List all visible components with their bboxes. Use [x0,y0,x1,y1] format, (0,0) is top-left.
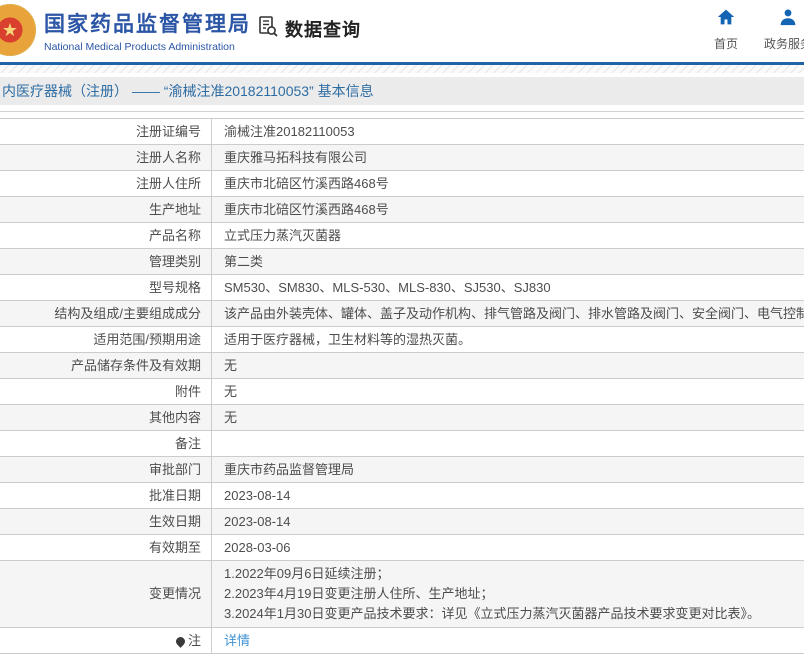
row-label: 注册证编号 [0,119,212,144]
info-table: 注册证编号 渝械注准20182110053 注册人名称 重庆雅马拓科技有限公司 注册人住… [0,118,804,654]
org-identity: 国家药品监督管理局 National Medical Products Admi… [44,8,251,53]
row-label: 管理类别 [0,249,212,274]
row-value: 立式压力蒸汽灭菌器 [224,228,342,243]
row-value: SM530、SM830、MLS-530、MLS-830、SJ530、SJ830 [224,280,551,295]
change-record-line: 3.2024年1月30日变更产品技术要求：详见《立式压力蒸汽灭菌器产品技术要求变… [224,606,760,621]
row-label: 变更情况 [0,561,212,627]
table-row: 附件无 [0,379,804,405]
table-row: 批准日期 2023-08-14 [0,483,804,509]
row-label: 注 [0,628,212,653]
table-row: 备注 [0,431,804,457]
hatch-band [0,65,804,73]
person-icon [778,9,798,30]
table-row: 结构及组成/主要组成成分 该产品由外装壳体、罐体、盖子及动作机构、排气管路及阀门、… [0,301,804,327]
row-value: 重庆市药品监督管理局 [224,462,355,477]
table-row: 生效日期 2023-08-14 [0,509,804,535]
row-label: 附件 [0,379,212,404]
row-label: 其他内容 [0,405,212,430]
page: ★ 国家药品监督管理局 National Medical Products Ad… [0,0,804,654]
change-record-line: 1.2022年09月6日延续注册； [224,566,390,581]
table-row: 注册人名称 重庆雅马拓科技有限公司 [0,145,804,171]
row-label: 适用范围/预期用途 [0,327,212,352]
row-label: 审批部门 [0,457,212,482]
row-value [212,431,804,456]
row-value: 2023-08-14 [224,514,291,529]
table-row: 审批部门 重庆市药品监督管理局 [0,457,804,483]
table-row: 生产地址 重庆市北碚区竹溪西路468号 [0,197,804,223]
row-label: 产品储存条件及有效期 [0,353,212,378]
row-value: 无 [224,358,238,373]
change-record-line: 2.2023年4月19日变更注册人住所、生产地址； [224,586,494,601]
org-name-en: National Medical Products Administration [44,41,235,53]
row-value: 无 [224,384,238,399]
row-label: 注册人住所 [0,171,212,196]
row-label: 产品名称 [0,223,212,248]
detail-link[interactable]: 详情 [224,633,250,648]
table-row: 其他内容无 [0,405,804,431]
row-label: 批准日期 [0,483,212,508]
note-pin-icon [174,635,187,648]
row-value: 无 [224,410,238,425]
table-row: 变更情况 1.2022年09月6日延续注册； 2.2023年4月19日变更注册人住所… [0,561,804,628]
table-row: 管理类别 第二类 [0,249,804,275]
table-row: 型号规格 SM530、SM830、MLS-530、MLS-830、SJ530、SJ… [0,275,804,301]
national-emblem-logo: ★ [0,4,36,56]
row-value: 2023-08-14 [224,488,291,503]
row-value: 渝械注准20182110053 [224,124,355,139]
table-row: 注册人住所 重庆市北碚区竹溪西路468号 [0,171,804,197]
table-row: 产品名称 立式压力蒸汽灭菌器 [0,223,804,249]
row-value: 重庆市北碚区竹溪西路468号 [224,202,389,217]
site-header: ★ 国家药品监督管理局 National Medical Products Ad… [0,0,804,62]
data-query-section: 数据查询 [256,14,361,43]
table-row: 有效期至 2028-03-06 [0,535,804,561]
title-divider [0,111,804,112]
nav-home-label: 首页 [713,37,738,51]
nav-home[interactable]: 首页 [694,8,758,52]
table-row: 适用范围/预期用途 适用于医疗器械，卫生材料等的湿热灭菌。 [0,327,804,353]
row-value: 该产品由外装壳体、罐体、盖子及动作机构、排气管路及阀门、排水管路及阀门、安全阀门… [224,306,804,321]
nav-gov-label: 政务服务 [763,37,804,51]
row-label: 型号规格 [0,275,212,300]
row-label: 生产地址 [0,197,212,222]
row-value: 重庆雅马拓科技有限公司 [224,150,368,165]
row-value: 第二类 [224,254,264,269]
row-label: 结构及组成/主要组成成分 [0,301,212,326]
row-label: 生效日期 [0,509,212,534]
document-search-icon [256,14,280,43]
row-label: 有效期至 [0,535,212,560]
row-value: 适用于医疗器械，卫生材料等的湿热灭菌。 [224,332,472,347]
org-name-zh: 国家药品监督管理局 [44,13,251,36]
row-value: 2028-03-06 [224,540,291,555]
page-title: 内医疗器械（注册） —— “渝械注准20182110053” 基本信息 [0,77,804,105]
home-icon [716,9,736,30]
row-label: 备注 [0,431,212,456]
row-value: 详情 [212,628,804,653]
row-value: 重庆市北碚区竹溪西路468号 [224,176,389,191]
table-row: 产品储存条件及有效期无 [0,353,804,379]
row-label: 注册人名称 [0,145,212,170]
table-row: 注详情 [0,628,804,654]
table-row: 注册证编号 渝械注准20182110053 [0,119,804,145]
data-query-title: 数据查询 [285,19,361,40]
nav-gov-services[interactable]: 政务服务 [756,8,804,52]
row-value: 1.2022年09月6日延续注册； 2.2023年4月19日变更注册人住所、生产地… [212,561,804,627]
